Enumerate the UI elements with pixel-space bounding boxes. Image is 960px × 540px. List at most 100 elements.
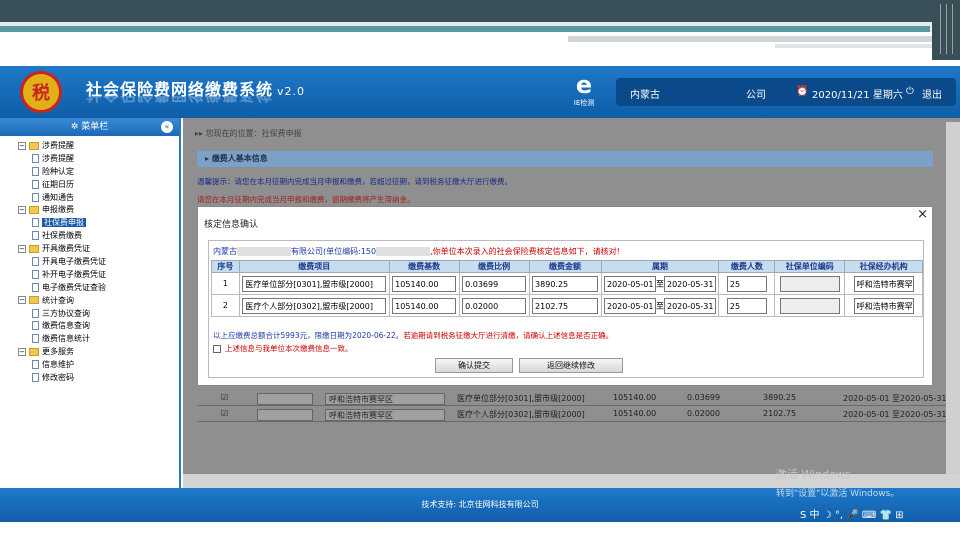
power-icon: ⏻ xyxy=(906,86,914,97)
base-cell: 105140.00 xyxy=(613,393,657,402)
table-row: 2 医疗个人部分[0302],盟市级[2000] 105140.00 0.020… xyxy=(211,294,923,317)
start-date-field[interactable]: 2020-05-01 xyxy=(603,275,656,292)
slide-band-gray xyxy=(568,36,960,42)
row-checkbox[interactable]: ☑ xyxy=(221,409,228,418)
gear-icon: ✲ xyxy=(70,122,82,132)
warning-text: 温馨提示：请您在本月征期内完成当月申报和缴费，若超过征期，请到税务征缴大厅进行缴… xyxy=(197,177,512,186)
ratio-field[interactable]: 0.02000 xyxy=(462,297,527,314)
amount-field[interactable]: 3890.25 xyxy=(532,275,599,292)
doc-icon xyxy=(32,153,39,163)
ratio-cell: 0.02000 xyxy=(687,409,721,418)
ratio-cell: 0.03699 xyxy=(687,393,721,402)
datetime-label: 2020/11/21 星期六 xyxy=(812,90,903,101)
vertical-scrollbar[interactable] xyxy=(946,122,960,474)
item-field[interactable]: 医疗个人部分[0302],盟市级[2000] xyxy=(242,297,387,314)
folder-icon xyxy=(29,244,39,253)
declare-table: ☑ 呼和浩特市赛罕区 医疗单位部分[0301],盟市级[2000] 105140… xyxy=(197,390,957,422)
select-dropdown[interactable] xyxy=(257,393,313,405)
item-field[interactable]: 医疗单位部分[0301],盟市级[2000] xyxy=(242,275,387,292)
menu-item-issue-voucher[interactable]: 开具电子缴费凭证 xyxy=(18,256,179,269)
start-date-field[interactable]: 2020-05-01 xyxy=(603,297,656,314)
menu-item-pay[interactable]: 社保费缴费 xyxy=(18,230,179,243)
menu-item-notices[interactable]: 通知通告 xyxy=(18,192,179,205)
collapse-icon[interactable]: « xyxy=(161,121,173,133)
doc-icon xyxy=(32,321,39,331)
menu-item-verify-voucher[interactable]: 电子缴费凭证查验 xyxy=(18,282,179,295)
unit-code-field[interactable] xyxy=(779,275,840,292)
menu-group-reminder[interactable]: − 涉费提醒 xyxy=(18,140,179,153)
menu-item-reissue-voucher[interactable]: 补开电子缴费凭证 xyxy=(18,269,179,282)
header-info-bar: 内蒙古 公司 ⏰ 2020/11/21 星期六 ⏻ 退出 xyxy=(616,78,956,106)
doc-icon xyxy=(32,282,39,292)
close-icon[interactable]: × xyxy=(917,207,928,222)
logout-link[interactable]: 退出 xyxy=(922,86,942,101)
doc-icon xyxy=(32,334,39,344)
base-field[interactable]: 105140.00 xyxy=(392,297,457,314)
menu-item-payment-stats[interactable]: 缴费信息统计 xyxy=(18,333,179,346)
table-row: 1 医疗单位部分[0301],盟市级[2000] 105140.00 0.036… xyxy=(211,272,923,295)
doc-icon xyxy=(32,373,39,383)
menu-item-calendar[interactable]: 征期日历 xyxy=(18,179,179,192)
base-cell: 105140.00 xyxy=(613,409,657,418)
doc-icon xyxy=(32,231,39,241)
info-line: 内蒙古 有限公司(单位编码:150 ,你单位本次录入的社会保险费核定信息如下，请核对… xyxy=(213,247,620,256)
unit-code-field[interactable] xyxy=(779,297,840,314)
item-cell: 医疗单位部分[0301],盟市级[2000] xyxy=(457,394,585,403)
region-select[interactable]: 呼和浩特市赛罕区 xyxy=(325,409,445,421)
confirm-dialog: × 核定信息确认 内蒙古 有限公司(单位编码:150 ,你单位本次录入的社会保险费核… xyxy=(197,206,933,386)
ratio-field[interactable]: 0.03699 xyxy=(462,275,527,292)
slide-corner-deco xyxy=(932,0,960,60)
menu-item-info[interactable]: 信息维护 xyxy=(18,359,179,372)
menu-item-reminder[interactable]: 涉费提醒 xyxy=(18,153,179,166)
sidebar: ✲ 菜单栏 « − 涉费提醒 涉费提醒 险种认定 征期日历 通知通告 − 申报缴费 社… xyxy=(0,118,181,488)
menu-item-declare[interactable]: 社保费申报 xyxy=(18,217,179,230)
end-date-field[interactable]: 2020-05-31 xyxy=(663,275,716,292)
select-dropdown[interactable] xyxy=(257,409,313,421)
agree-checkbox[interactable]: 上述信息与我单位本次缴费信息一致。 xyxy=(213,343,353,354)
doc-icon xyxy=(32,179,39,189)
menu-group-stats[interactable]: − 统计查询 xyxy=(18,295,179,308)
confirm-submit-button[interactable]: 确认提交 xyxy=(435,358,513,373)
confirm-table: 序号 缴费项目 缴费基数 缴费比例 缴费金额 属期 缴费人数 社保单位编码 社保… xyxy=(211,260,923,317)
app-title-reflection: 社会保险费网络缴费系统 xyxy=(86,96,273,108)
table-header-row: 序号 缴费项目 缴费基数 缴费比例 缴费金额 属期 缴费人数 社保单位编码 社保… xyxy=(211,260,923,273)
menu-group-voucher[interactable]: − 开具缴费凭证 xyxy=(18,243,179,256)
checkbox-icon xyxy=(213,345,221,353)
count-field[interactable]: 25 xyxy=(726,275,767,292)
clock-icon: ⏰ xyxy=(796,86,809,97)
menu-group-more[interactable]: − 更多服务 xyxy=(18,346,179,359)
amount-field[interactable]: 2102.75 xyxy=(532,297,599,314)
agency-field[interactable]: 呼和浩特市赛罕 xyxy=(853,275,914,292)
menu-item-payment-query[interactable]: 缴费信息查询 xyxy=(18,320,179,333)
doc-icon xyxy=(32,269,39,279)
table-row: ☑ 呼和浩特市赛罕区 医疗个人部分[0302],盟市级[2000] 105140… xyxy=(197,406,957,422)
company-label: 公司 xyxy=(746,90,766,101)
menu-item-password[interactable]: 修改密码 xyxy=(18,372,179,385)
back-edit-button[interactable]: 返回继续修改 xyxy=(519,358,623,373)
end-date-field[interactable]: 2020-05-31 xyxy=(663,297,716,314)
tax-emblem-logo: 税 xyxy=(20,71,62,113)
menu-group-declare[interactable]: − 申报缴费 xyxy=(18,204,179,217)
expand-icon: − xyxy=(18,205,26,214)
panel-title: ▸ 缴费人基本信息 xyxy=(197,151,933,167)
row-checkbox[interactable]: ☑ xyxy=(221,393,228,402)
ime-toolbar[interactable]: S 中 ☽ °, 🎤 ⌨ 👕 ⊞ xyxy=(800,506,903,521)
agency-field[interactable]: 呼和浩特市赛罕 xyxy=(853,297,914,314)
sidebar-header: ✲ 菜单栏 « xyxy=(0,118,179,136)
expand-icon: − xyxy=(18,296,26,305)
app-header: 税 社会保险费网络缴费系统v2.0 社会保险费网络缴费系统 eIE检测 内蒙古 … xyxy=(0,66,960,118)
doc-icon xyxy=(32,308,39,318)
count-field[interactable]: 25 xyxy=(726,297,767,314)
menu-item-agreement[interactable]: 三方协议查询 xyxy=(18,308,179,321)
amount-cell: 2102.75 xyxy=(763,409,797,418)
expand-icon: − xyxy=(18,244,26,253)
ie-check-button[interactable]: e IE检测 xyxy=(566,72,602,108)
period-cell: 2020-05-01 至2020-05-31 xyxy=(843,394,947,403)
base-field[interactable]: 105140.00 xyxy=(392,275,457,292)
region-select[interactable]: 呼和浩特市赛罕区 xyxy=(325,393,445,405)
activation-watermark-sub: 转到"设置"以激活 Windows。 xyxy=(776,489,900,499)
menu-item-insurance-type[interactable]: 险种认定 xyxy=(18,166,179,179)
folder-icon xyxy=(29,205,39,214)
dialog-title: 核定信息确认 xyxy=(204,220,259,230)
dialog-body: 内蒙古 有限公司(单位编码:150 ,你单位本次录入的社会保险费核定信息如下，请核对… xyxy=(208,240,924,378)
